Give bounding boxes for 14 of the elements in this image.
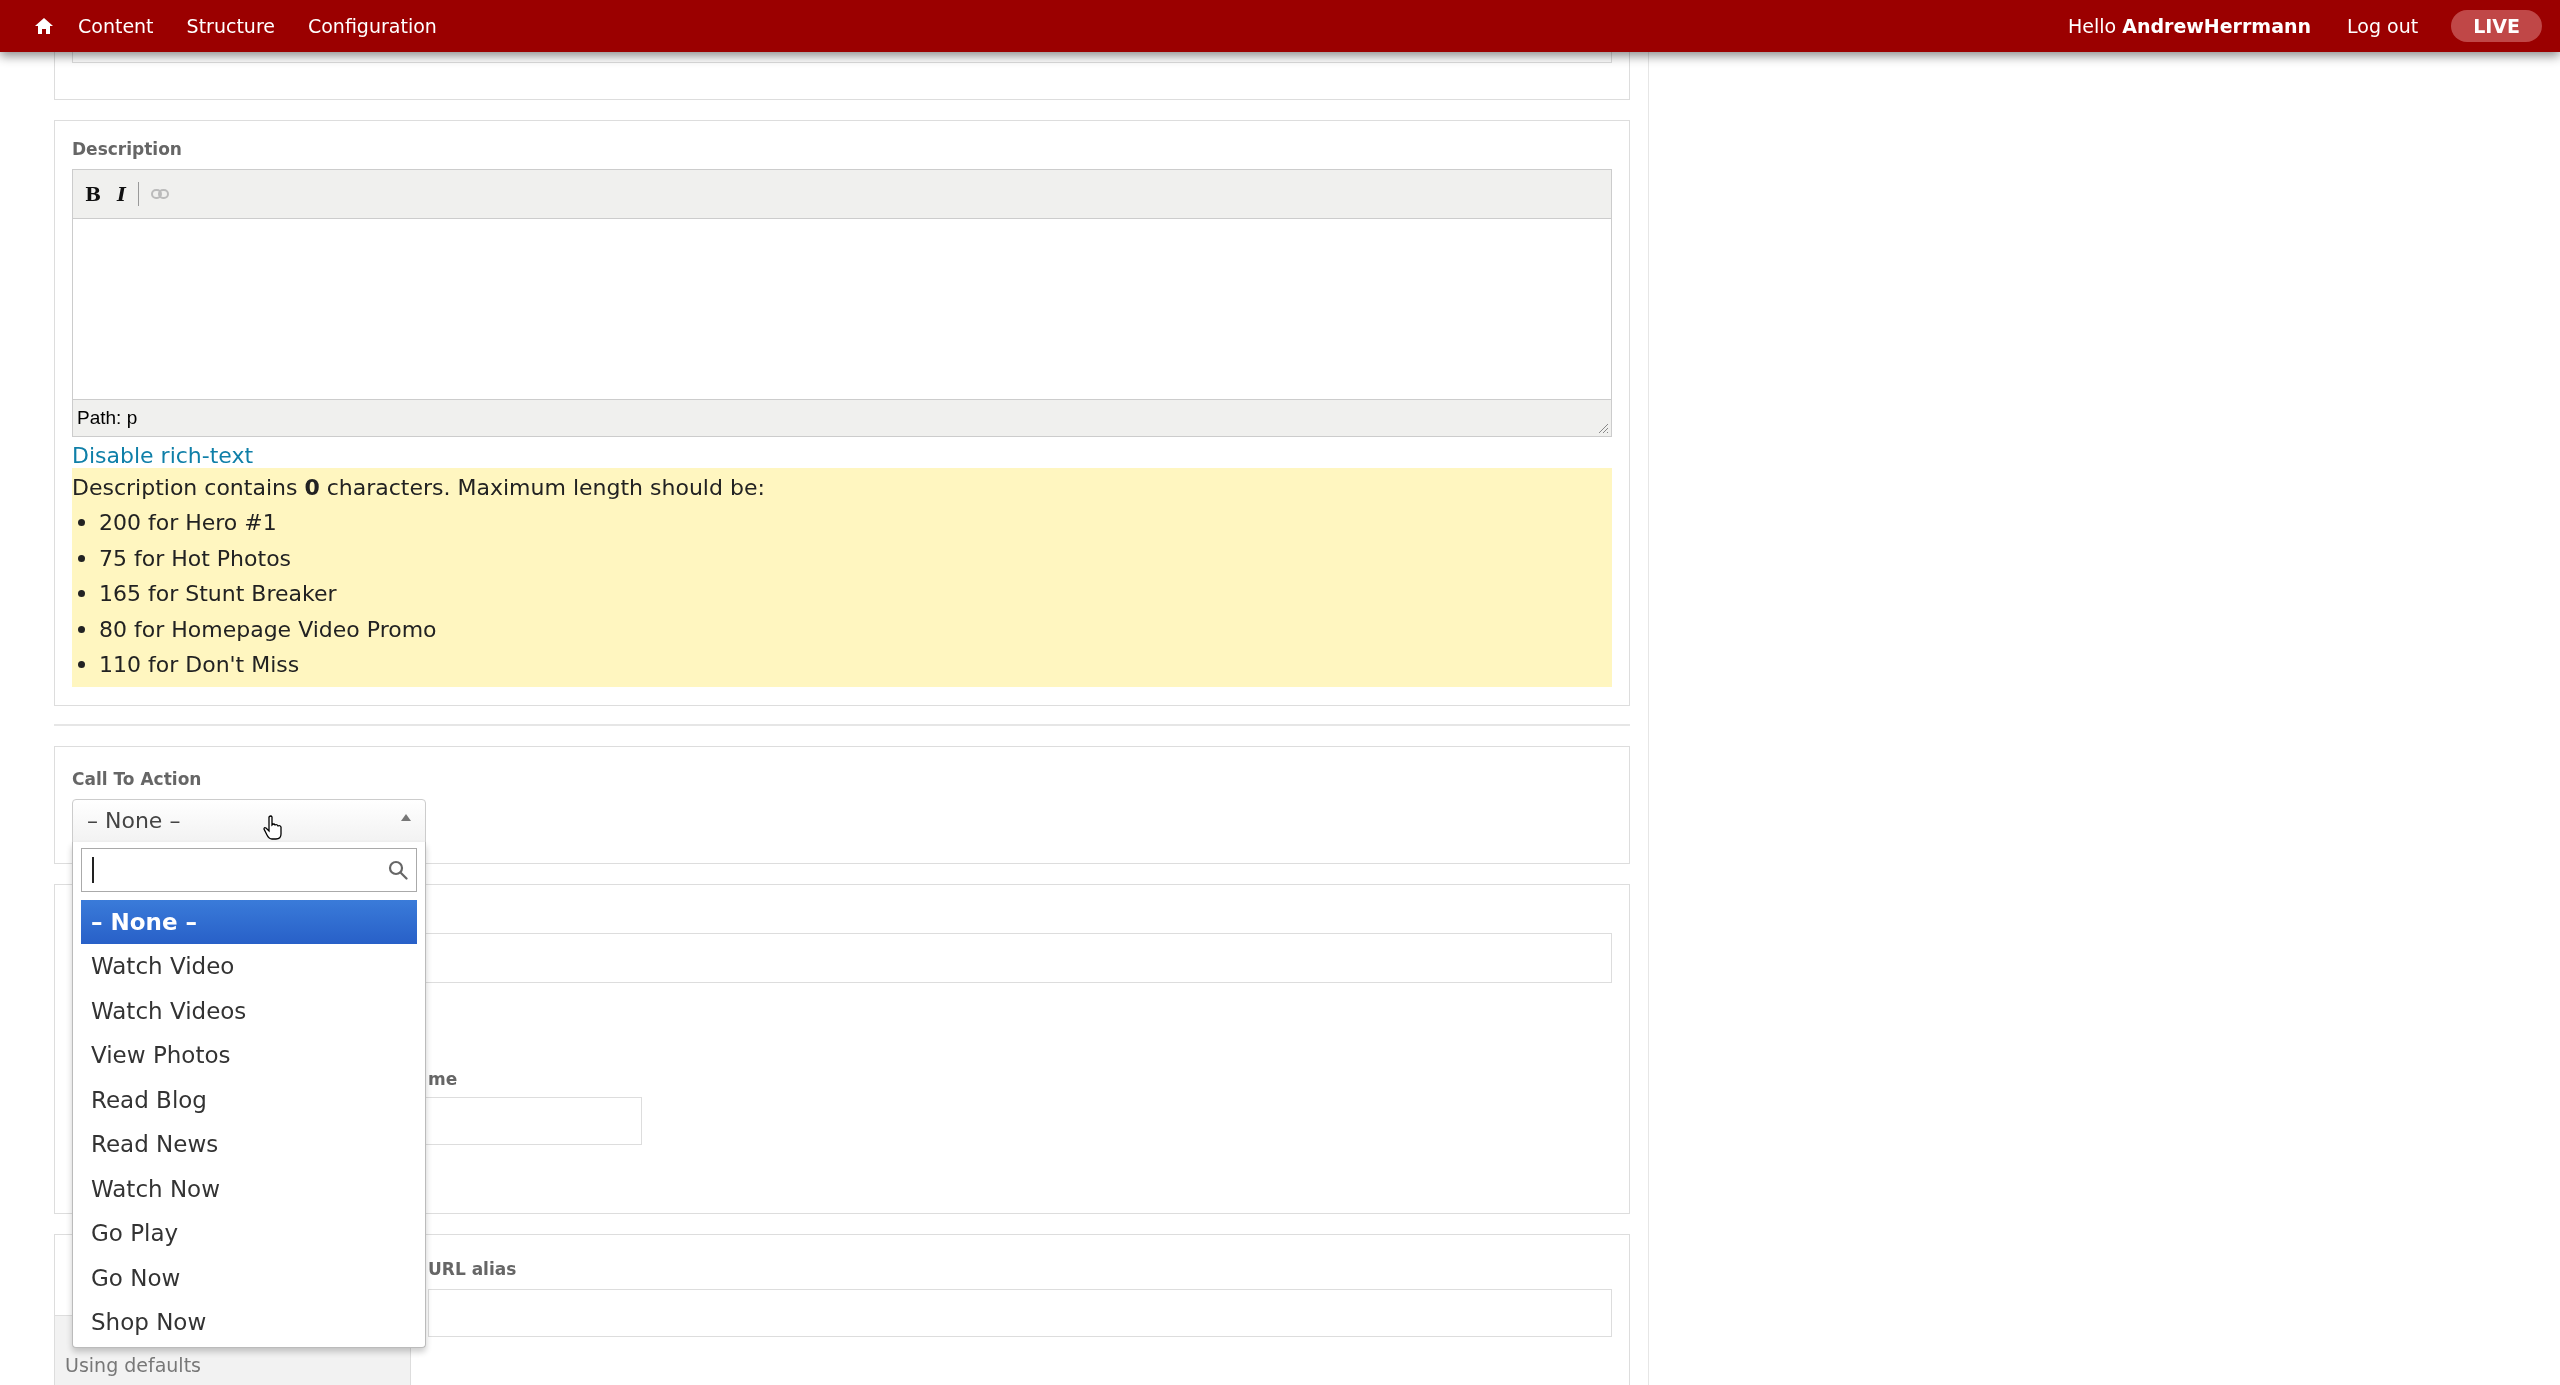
field-label: Call To Action (72, 768, 203, 789)
element-path: Path: p (77, 407, 138, 429)
list-item: 75 for Hot Photos (99, 544, 292, 573)
field-label: me (428, 1068, 459, 1089)
list-item: 80 for Homepage Video Promo (99, 615, 437, 644)
list-item: 200 for Hero #1 (99, 509, 277, 537)
tab-summary: Using defaults (65, 1353, 201, 1376)
environment-badge: LIVE (2451, 10, 2542, 42)
notice-text: Description contains 0 characters. Maximum length should be: (72, 474, 766, 502)
field-label: URL alias (428, 1258, 518, 1279)
list-item: 165 for Stunt Breaker (99, 580, 337, 608)
user-greeting: Hello AndrewHerrmann (2068, 15, 2312, 37)
list-item: 110 for Don't Miss (99, 651, 300, 679)
field-label: Description (72, 139, 183, 159)
